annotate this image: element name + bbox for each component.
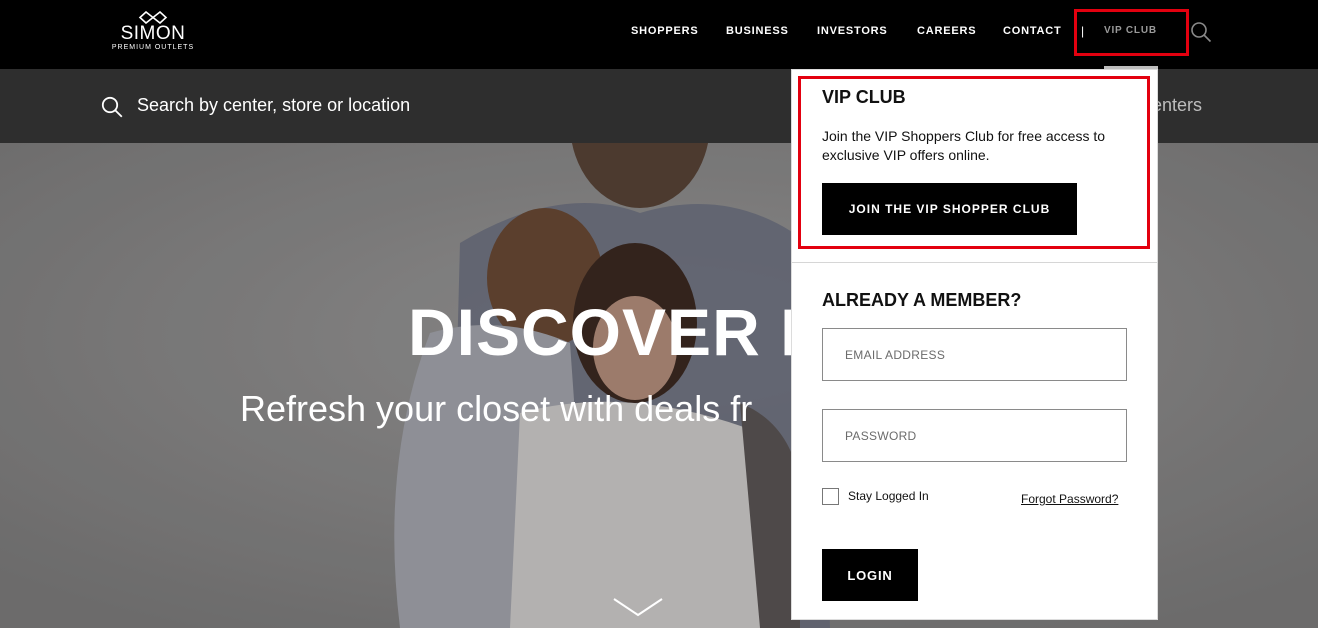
stay-logged-in-checkbox[interactable] [822, 488, 839, 505]
nav-item-investors[interactable]: INVESTORS [817, 25, 888, 37]
member-login-title: ALREADY A MEMBER? [822, 290, 1022, 310]
search-input[interactable]: Search by center, store or location [137, 95, 410, 116]
dropdown-divider [792, 262, 1157, 263]
vip-dropdown-title: VIP CLUB [822, 87, 906, 107]
logo-tagline: PREMIUM OUTLETS [111, 44, 195, 51]
email-field[interactable] [822, 328, 1127, 381]
nav-item-business[interactable]: BUSINESS [726, 25, 789, 37]
login-button[interactable]: LOGIN [822, 549, 918, 601]
simon-logo[interactable]: SIMON PREMIUM OUTLETS [104, 11, 202, 55]
logo-brand-name: SIMON [120, 23, 186, 44]
nav-item-contact[interactable]: CONTACT [1003, 25, 1062, 37]
hero-title: DISCOVER F [408, 295, 822, 369]
top-nav-bar: SIMON PREMIUM OUTLETS SHOPPERS BUSINESS … [0, 0, 1318, 70]
password-field[interactable] [822, 409, 1127, 462]
stay-logged-in-label[interactable]: Stay Logged In [848, 489, 929, 503]
search-trailing-link[interactable]: enters [1152, 95, 1202, 116]
chevron-down-icon[interactable] [612, 596, 664, 618]
hero-subtitle: Refresh your closet with deals fr [240, 388, 753, 429]
nav-item-careers[interactable]: CAREERS [917, 25, 976, 37]
nav-item-shoppers[interactable]: SHOPPERS [631, 25, 699, 37]
join-vip-club-button[interactable]: JOIN THE VIP SHOPPER CLUB [822, 183, 1077, 235]
vip-dropdown-description: Join the VIP Shoppers Club for free acce… [822, 128, 1106, 163]
forgot-password-link[interactable]: Forgot Password? [1021, 492, 1118, 506]
vip-club-highlight-box [1074, 9, 1189, 56]
search-icon[interactable] [1190, 21, 1212, 43]
search-input-icon [101, 96, 123, 118]
